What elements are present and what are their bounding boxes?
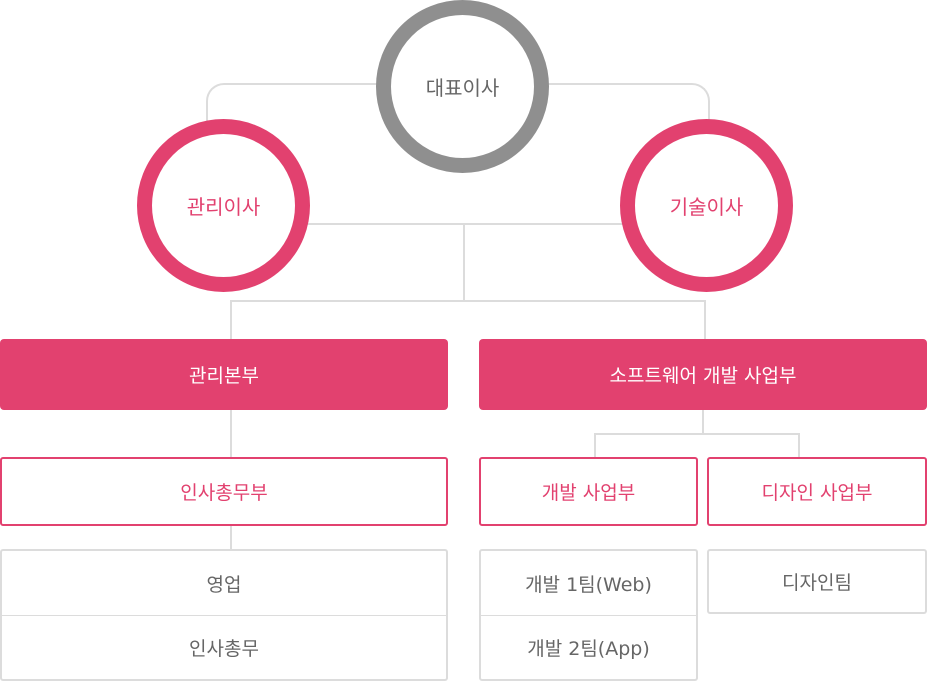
design-department-label: 디자인 사업부 xyxy=(761,482,873,504)
software-division-box: 소프트웨어 개발 사업부 xyxy=(479,339,927,410)
design-drop-line xyxy=(798,433,800,458)
management-division-label: 관리본부 xyxy=(189,365,259,387)
management-division-box: 관리본부 xyxy=(0,339,448,410)
directors-horizontal-line xyxy=(300,223,630,225)
development-department-label: 개발 사업부 xyxy=(541,482,636,504)
management-drop-line xyxy=(230,300,232,340)
software-drop-line xyxy=(704,300,706,340)
team-item-dev-web: 개발 1팀(Web) xyxy=(525,573,652,596)
team-item-design: 디자인팀 xyxy=(782,572,852,594)
development-department-box: 개발 사업부 xyxy=(479,457,698,526)
ceo-label: 대표이사 xyxy=(425,76,500,100)
dev-drop-line xyxy=(594,433,596,458)
development-teams-panel: 개발 1팀(Web) 개발 2팀(App) xyxy=(479,549,698,681)
ceo-node: 대표이사 xyxy=(376,0,549,173)
hr-to-teams-line xyxy=(230,525,232,551)
admin-director-node: 관리이사 xyxy=(137,119,310,292)
admin-director-label: 관리이사 xyxy=(186,195,261,219)
depts-horizontal-line xyxy=(594,433,800,435)
hr-department-label: 인사총무부 xyxy=(180,482,268,504)
team-item-dev-app: 개발 2팀(App) xyxy=(481,615,696,679)
software-division-label: 소프트웨어 개발 사업부 xyxy=(609,365,797,387)
design-teams-panel: 디자인팀 xyxy=(707,549,927,614)
hr-department-box: 인사총무부 xyxy=(0,457,448,526)
divisions-horizontal-line xyxy=(230,300,706,302)
team-item-hr-general: 인사총무 xyxy=(2,615,446,679)
management-teams-panel: 영업 인사총무 xyxy=(0,549,448,681)
design-department-box: 디자인 사업부 xyxy=(707,457,927,526)
center-vertical-line xyxy=(463,223,465,301)
tech-director-label: 기술이사 xyxy=(669,195,744,219)
management-to-hr-line xyxy=(230,409,232,458)
team-item-sales: 영업 xyxy=(206,573,242,596)
software-to-depts-line xyxy=(702,409,704,434)
tech-director-node: 기술이사 xyxy=(620,119,793,292)
